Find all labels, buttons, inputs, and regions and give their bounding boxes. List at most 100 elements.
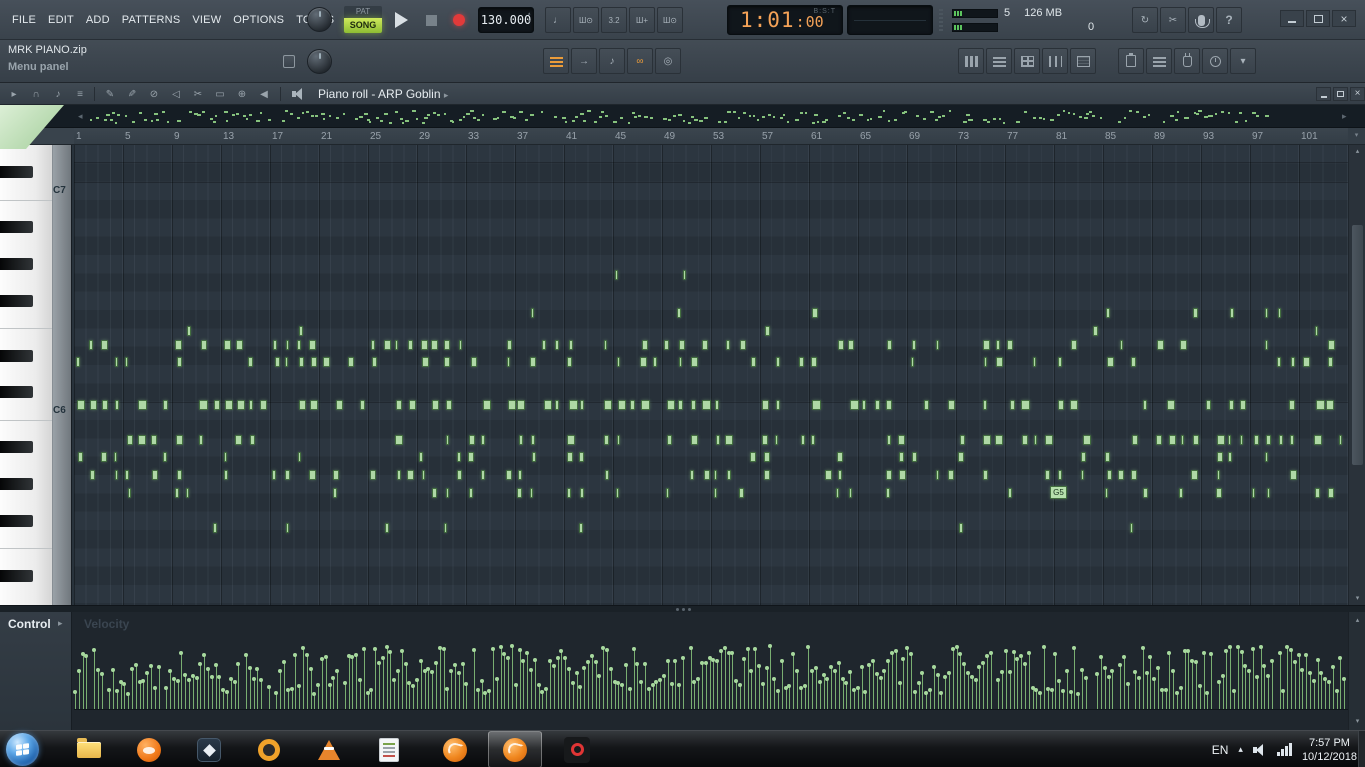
taskbar-clock[interactable]: 7:57 PM 10/12/2018 xyxy=(1302,736,1357,764)
note[interactable] xyxy=(507,357,510,367)
velocity-bar[interactable] xyxy=(970,675,974,709)
note[interactable] xyxy=(702,400,711,410)
velocity-bar[interactable] xyxy=(286,688,290,709)
velocity-bar[interactable] xyxy=(643,662,647,709)
velocity-bar[interactable] xyxy=(742,657,746,709)
stop-button[interactable] xyxy=(418,8,444,32)
velocity-bar[interactable] xyxy=(514,683,518,709)
velocity-bar[interactable] xyxy=(1289,648,1293,709)
note[interactable] xyxy=(1267,488,1270,498)
note[interactable] xyxy=(960,435,965,445)
pat-mode-label[interactable]: PAT xyxy=(344,6,382,18)
velocity-bar[interactable] xyxy=(301,646,305,709)
velocity-bar[interactable] xyxy=(761,682,765,709)
velocity-bar[interactable] xyxy=(799,686,803,709)
metronome-button[interactable]: ♩ xyxy=(545,7,571,33)
note[interactable] xyxy=(459,340,462,350)
velocity-bar[interactable] xyxy=(221,688,225,709)
note[interactable] xyxy=(1010,400,1015,410)
note[interactable] xyxy=(225,400,233,410)
velocity-bar[interactable] xyxy=(202,653,206,709)
note[interactable] xyxy=(125,357,128,367)
menu-add[interactable]: ADD xyxy=(80,14,116,26)
note[interactable] xyxy=(249,400,253,410)
note[interactable] xyxy=(799,357,804,367)
note[interactable] xyxy=(911,357,914,367)
note[interactable] xyxy=(1303,357,1310,367)
velocity-bar[interactable] xyxy=(977,665,981,709)
note[interactable] xyxy=(1157,340,1164,350)
velocity-bar[interactable] xyxy=(183,673,187,709)
velocity-bar[interactable] xyxy=(73,690,77,709)
note[interactable] xyxy=(678,400,683,410)
note[interactable] xyxy=(1071,340,1077,350)
pat-song-switch[interactable]: PAT SONG xyxy=(344,6,382,33)
playlist-window-button[interactable] xyxy=(1014,48,1040,74)
note[interactable] xyxy=(395,340,398,350)
velocity-bar[interactable] xyxy=(951,647,955,709)
velocity-bar[interactable] xyxy=(1228,645,1232,709)
note[interactable] xyxy=(507,340,512,350)
note[interactable] xyxy=(446,400,452,410)
note[interactable] xyxy=(848,340,854,350)
piano-roll-menu-button[interactable]: ▸ xyxy=(4,85,24,103)
velocity-bar[interactable] xyxy=(1141,646,1145,709)
note[interactable] xyxy=(285,357,288,367)
velocity-bar[interactable] xyxy=(666,659,670,709)
velocity-bar[interactable] xyxy=(575,671,579,709)
language-indicator[interactable]: EN xyxy=(1212,743,1229,757)
note[interactable] xyxy=(395,435,403,445)
velocity-bar[interactable] xyxy=(890,651,894,709)
velocity-bar[interactable] xyxy=(392,678,396,709)
velocity-bar[interactable] xyxy=(81,652,85,709)
velocity-bar[interactable] xyxy=(335,669,339,709)
note[interactable] xyxy=(948,470,954,480)
slice-tool-button[interactable]: ✂ xyxy=(188,85,208,103)
velocity-bar[interactable] xyxy=(309,667,313,709)
velocity-bar[interactable] xyxy=(860,665,864,709)
plugin-button[interactable] xyxy=(1174,48,1200,74)
note[interactable] xyxy=(481,435,485,445)
velocity-bar[interactable] xyxy=(962,662,966,709)
velocity-bar[interactable] xyxy=(1293,660,1297,709)
note[interactable] xyxy=(683,270,686,280)
note[interactable] xyxy=(653,357,657,367)
velocity-bar[interactable] xyxy=(381,656,385,709)
note[interactable] xyxy=(958,452,964,462)
note[interactable] xyxy=(1266,435,1271,445)
velocity-bar[interactable] xyxy=(267,685,271,709)
note[interactable] xyxy=(78,452,83,462)
note[interactable] xyxy=(360,400,365,410)
note[interactable] xyxy=(214,400,220,410)
note[interactable] xyxy=(640,357,647,367)
velocity-bar[interactable] xyxy=(958,652,962,709)
velocity-bar[interactable] xyxy=(510,644,514,709)
note[interactable] xyxy=(948,400,955,410)
velocity-bar[interactable] xyxy=(966,671,970,709)
velocity-bar[interactable] xyxy=(677,683,681,709)
note[interactable] xyxy=(187,326,191,336)
vertical-scrollbar[interactable]: ▴ ▾ xyxy=(1348,145,1365,605)
velocity-bar[interactable] xyxy=(119,680,123,709)
velocity-bar[interactable] xyxy=(1304,653,1308,709)
note[interactable] xyxy=(272,470,276,480)
note[interactable] xyxy=(310,400,318,410)
note[interactable] xyxy=(127,435,133,445)
note[interactable] xyxy=(1254,435,1259,445)
velocity-bar[interactable] xyxy=(875,672,879,709)
note[interactable] xyxy=(617,357,620,367)
piano-key-black[interactable] xyxy=(0,514,33,527)
note[interactable] xyxy=(532,452,536,462)
velocity-bar[interactable] xyxy=(1110,669,1114,709)
piano-key-black[interactable] xyxy=(0,221,33,234)
velocity-bar[interactable] xyxy=(932,665,936,709)
piano-key-black[interactable] xyxy=(0,257,33,270)
velocity-bar[interactable] xyxy=(233,680,237,709)
velocity-bar[interactable] xyxy=(1171,669,1175,709)
note-button[interactable]: ♪ xyxy=(599,48,625,74)
control-scroll-up-icon[interactable]: ▴ xyxy=(1349,614,1365,627)
velocity-bar[interactable] xyxy=(1259,645,1263,709)
note[interactable] xyxy=(138,400,147,410)
velocity-bar[interactable] xyxy=(126,692,130,709)
note[interactable] xyxy=(1193,308,1198,318)
